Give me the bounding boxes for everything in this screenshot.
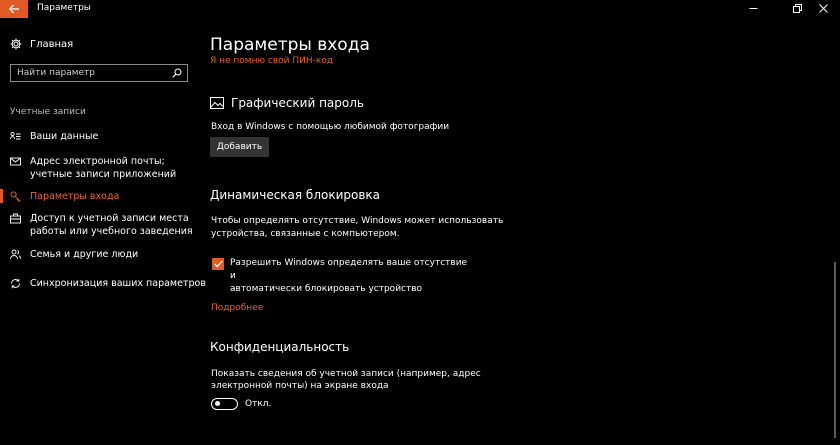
sidebar-home-label: Главная [30,38,74,50]
sidebar-item-label: Адрес электронной почты; учетные записи … [30,156,177,180]
learn-more-link[interactable]: Подробнее [211,303,263,313]
checkbox-label-line2: автоматически блокировать устройство [230,284,423,294]
search-input[interactable] [17,66,167,80]
people-icon [10,249,21,260]
privacy-toggle-row[interactable]: Откл. [211,398,271,410]
scrollbar[interactable] [834,262,836,438]
toggle-knob [215,401,220,406]
back-button[interactable] [0,0,28,18]
close-button[interactable] [817,2,829,14]
picture-password-title: Графический пароль [231,96,364,110]
sidebar-item-sync[interactable]: Синхронизация ваших параметров [10,277,206,290]
restore-icon [792,3,802,13]
toggle-state-label: Откл. [245,399,272,409]
add-picture-password-button[interactable]: Добавить [210,137,269,157]
picture-password-description: Вход в Windows с помощью любимой фотогра… [211,122,450,132]
sidebar-item-label: Параметры входа [30,191,120,202]
window-title: Параметры [37,3,91,13]
person-card-icon [10,131,21,140]
sidebar-item-your-info[interactable]: Ваши данные [10,130,98,143]
briefcase-icon [10,213,21,224]
checkbox-label-line1: Разрешить Windows определять ваше отсутс… [230,258,468,281]
title-bar: Параметры [0,0,840,18]
search-box[interactable] [10,64,188,82]
sidebar-home[interactable]: Главная [10,37,73,51]
sidebar-item-label: Доступ к учетной записи места работы или… [30,213,193,237]
dynamic-lock-checkbox[interactable] [212,258,224,270]
gear-icon [10,38,22,50]
search-icon[interactable] [172,68,182,78]
key-icon [10,191,21,202]
sidebar-item-label: Ваши данные [30,131,99,142]
dynamic-lock-checkbox-label: Разрешить Windows определять ваше отсутс… [230,257,470,296]
back-arrow-icon [8,4,19,14]
sidebar-item-sign-in-options[interactable]: Параметры входа [10,190,119,203]
sync-icon [11,278,20,289]
dynamic-lock-description-line1: Чтобы определять отсутствие, Windows мож… [211,216,504,226]
sidebar-item-work-school[interactable]: Доступ к учетной записи места работы или… [10,212,200,238]
active-indicator [0,189,3,203]
close-icon [818,3,828,13]
sidebar-item-family[interactable]: Семья и другие люди [10,248,138,261]
picture-password-heading: Графический пароль [210,96,364,110]
forgot-pin-link[interactable]: Я не помню свой ПИН-код [210,56,333,66]
mail-icon [10,157,21,166]
sidebar-item-email-accounts[interactable]: Адрес электронной почты; учетные записи … [10,155,195,181]
sidebar-item-label: Семья и другие люди [30,249,139,260]
restore-button[interactable] [791,2,803,14]
privacy-toggle-switch[interactable] [211,398,238,410]
dynamic-lock-checkbox-row[interactable]: Разрешить Windows определять ваше отсутс… [212,257,470,296]
privacy-description-line2: электронной почты) на экране входа [211,381,389,391]
sidebar-item-label: Синхронизация ваших параметров [30,278,206,289]
settings-window: Параметры Главная Учетные записи [0,0,840,445]
minimize-button[interactable] [747,2,759,14]
checkmark-icon [213,260,223,268]
privacy-heading: Конфиденциальность [210,340,350,354]
dynamic-lock-heading: Динамическая блокировка [210,188,381,202]
minimize-icon [749,7,757,9]
dynamic-lock-description-line2: устройства, связанные с компьютером. [211,229,400,239]
page-title: Параметры входа [210,35,370,55]
sidebar-section-title: Учетные записи [10,107,86,117]
picture-icon [210,97,224,109]
